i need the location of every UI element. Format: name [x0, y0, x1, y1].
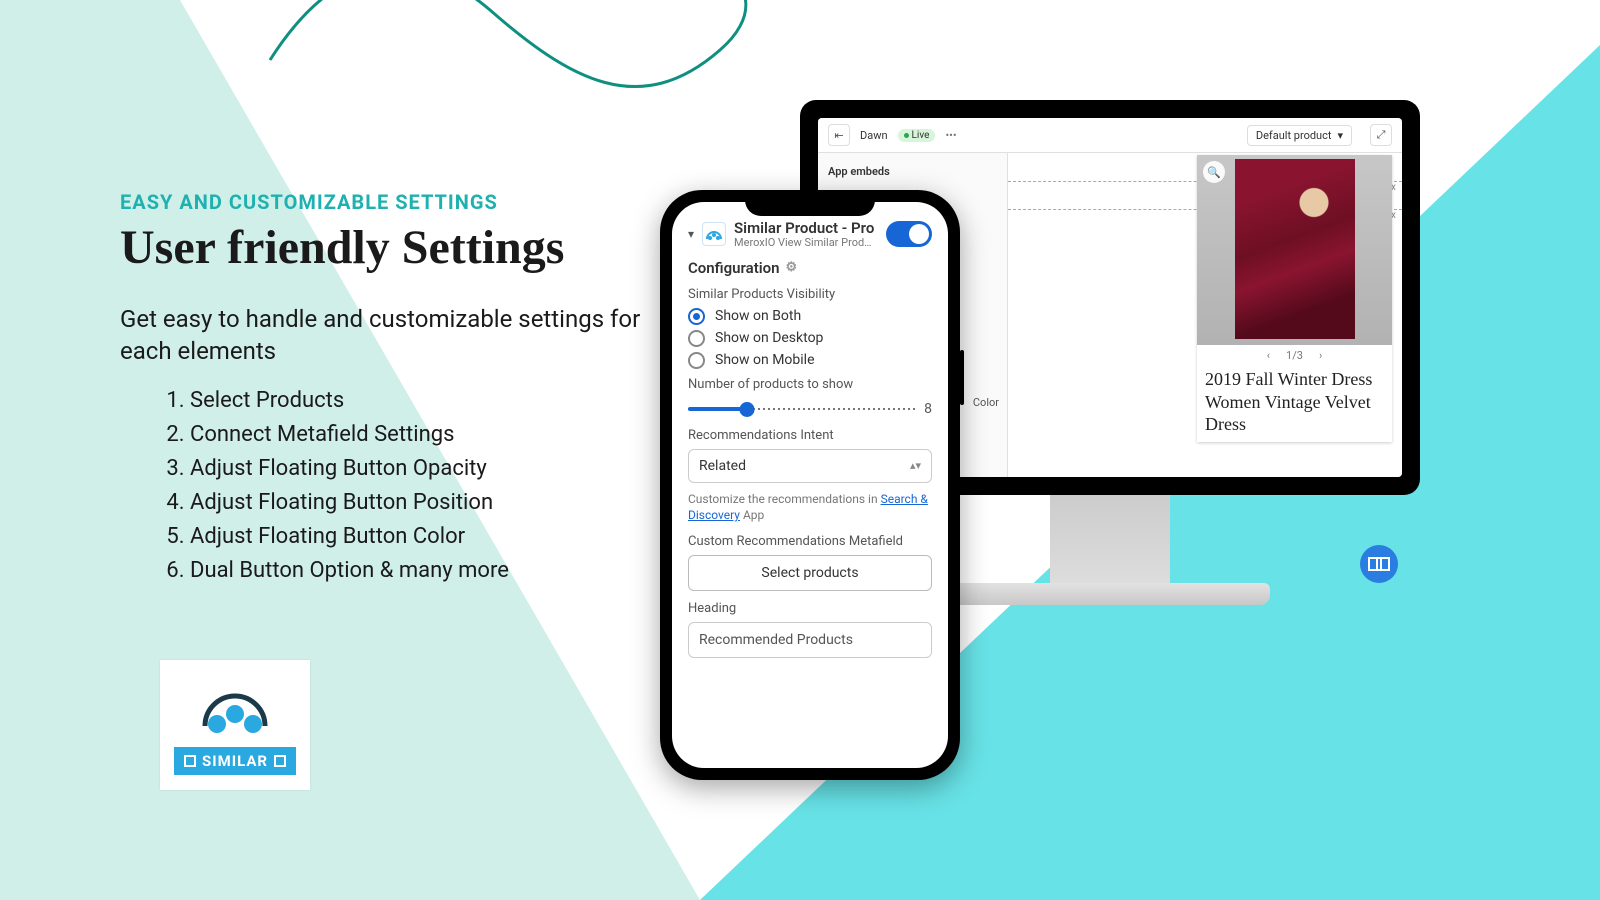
config-section-title: Configuration ⚙: [688, 259, 932, 277]
decorative-squiggle: [260, 0, 760, 120]
product-preview-card: 🔍 ‹ 1/3 › 2019 Fall Winter Dress Women V…: [1197, 155, 1392, 442]
square-icon: [274, 755, 286, 767]
theme-status-badge: Live: [898, 129, 936, 142]
feature-item: Connect Metafield Settings: [190, 418, 660, 452]
intent-select[interactable]: Related ▴▾: [688, 449, 932, 483]
theme-name: Dawn: [860, 129, 888, 142]
sidebar-section-title: App embeds: [826, 161, 999, 182]
app-enable-toggle[interactable]: [886, 221, 932, 247]
gear-icon: ⚙: [786, 260, 798, 275]
hero-eyebrow: EASY AND CUSTOMIZABLE SETTINGS: [120, 190, 660, 214]
feature-item: Adjust Floating Button Position: [190, 486, 660, 520]
heading-input[interactable]: Recommended Products: [688, 622, 932, 658]
feature-item: Adjust Floating Button Color: [190, 520, 660, 554]
product-title: 2019 Fall Winter Dress Women Vintage Vel…: [1197, 366, 1392, 442]
mobile-mockup: ▾ Similar Product - Pro MeroxIO View Sim…: [660, 190, 960, 780]
pager-prev-icon[interactable]: ‹: [1267, 349, 1270, 362]
feature-item: Adjust Floating Button Opacity: [190, 452, 660, 486]
template-select[interactable]: Default product ▾: [1247, 125, 1352, 146]
visibility-label: Similar Products Visibility: [688, 287, 932, 302]
num-products-label: Number of products to show: [688, 377, 932, 392]
hero-copy: EASY AND CUSTOMIZABLE SETTINGS User frie…: [120, 190, 660, 588]
product-image: 🔍: [1197, 155, 1392, 345]
square-icon: [184, 755, 196, 767]
num-products-value: 8: [924, 401, 932, 417]
app-logo-icon: [702, 222, 726, 246]
chevron-down-icon: ▾: [1337, 129, 1343, 142]
num-products-slider[interactable]: [688, 398, 916, 420]
select-arrows-icon: ▴▾: [910, 459, 921, 472]
intent-help-text: Customize the recommendations in Search …: [688, 491, 932, 525]
brand-logo-wordmark: SIMILAR: [174, 747, 296, 775]
feature-item: Select Products: [190, 384, 660, 418]
brand-logo-tile: SIMILAR: [160, 660, 310, 790]
pager-next-icon[interactable]: ›: [1319, 349, 1322, 362]
monitor-stand: [1050, 495, 1170, 585]
radio-show-mobile[interactable]: Show on Mobile: [688, 352, 932, 369]
feature-list: Select Products Connect Metafield Settin…: [120, 384, 660, 589]
feature-item: Dual Button Option & many more: [190, 554, 660, 588]
radio-icon[interactable]: [688, 330, 705, 347]
radio-show-both[interactable]: Show on Both: [688, 308, 932, 325]
inspector-button[interactable]: ⤢: [1370, 124, 1392, 146]
image-pager[interactable]: ‹ 1/3 ›: [1197, 345, 1392, 366]
exit-editor-button[interactable]: ⇤: [828, 124, 850, 146]
select-products-button[interactable]: Select products: [688, 555, 932, 591]
monitor-base: [950, 583, 1270, 605]
intent-label: Recommendations Intent: [688, 428, 932, 443]
heading-label: Heading: [688, 601, 932, 616]
hero-headline: User friendly Settings: [120, 220, 660, 275]
chevron-down-icon[interactable]: ▾: [688, 227, 694, 241]
zoom-icon[interactable]: 🔍: [1203, 161, 1225, 183]
phone-side-button: [960, 350, 964, 405]
more-menu[interactable]: •••: [945, 129, 956, 142]
hero-lead: Get easy to handle and customizable sett…: [120, 303, 660, 368]
brand-logo-mark: [195, 676, 275, 741]
app-embed-subtitle: MeroxIO View Similar Prod…: [734, 237, 878, 249]
radio-show-desktop[interactable]: Show on Desktop: [688, 330, 932, 347]
app-embed-title: Similar Product - Pro: [734, 220, 878, 237]
radio-icon[interactable]: [688, 308, 705, 325]
radio-icon[interactable]: [688, 352, 705, 369]
app-embed-header[interactable]: ▾ Similar Product - Pro MeroxIO View Sim…: [688, 220, 932, 249]
editor-topbar: ⇤ Dawn Live ••• Default product ▾ ⤢: [818, 118, 1402, 153]
metafield-label: Custom Recommendations Metafield: [688, 534, 932, 549]
